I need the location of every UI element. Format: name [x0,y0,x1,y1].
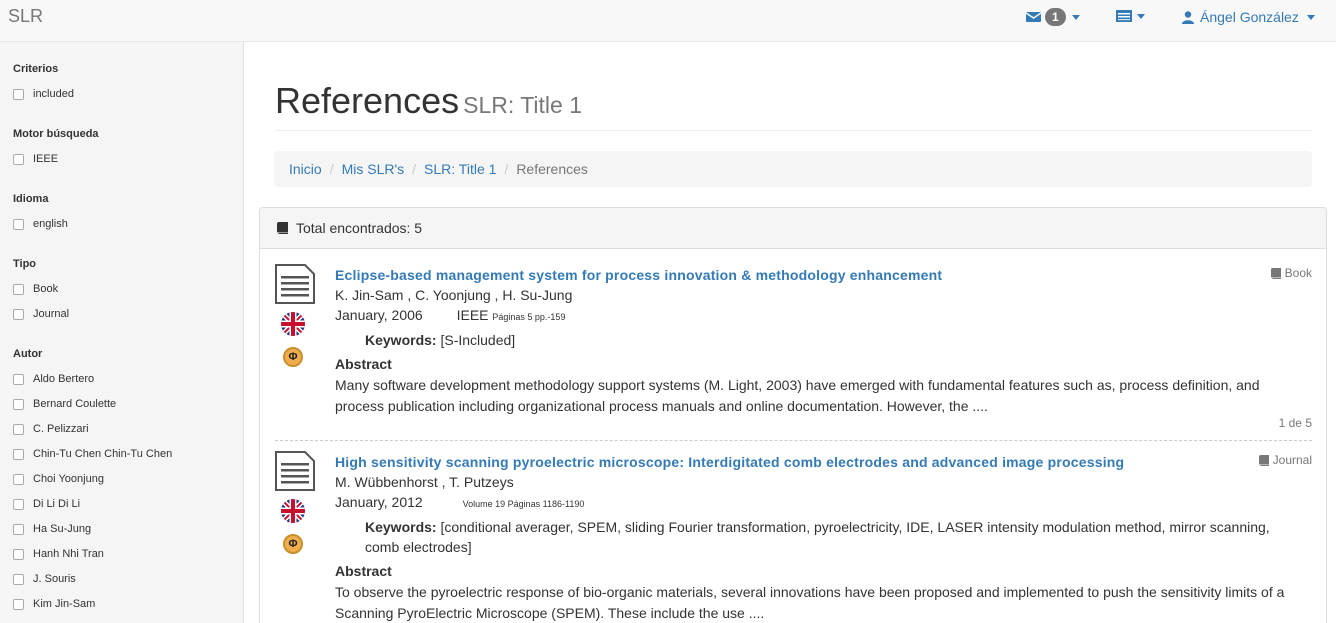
facet-title-idioma: Idioma [13,193,49,205]
checkbox[interactable] [13,373,24,385]
reference-abstract: Many software development methodology su… [335,377,1260,414]
checkbox[interactable] [13,423,24,435]
checkbox[interactable] [13,473,24,485]
book-icon [1270,267,1281,279]
list-dropdown[interactable] [1116,10,1145,22]
facet-option[interactable]: Chin-Tu Chen Chin-Tu Chen [13,448,172,460]
reference-title[interactable]: Eclipse-based management system for proc… [335,267,942,283]
reference-index: 1 de 5 [1278,416,1312,430]
checkbox[interactable] [13,153,24,165]
brand[interactable]: SLR [8,6,43,27]
breadcrumb: Inicio / Mis SLR's / SLR: Title 1 / Refe… [274,151,1312,187]
database-badge-icon: Φ [283,534,303,554]
facet-option[interactable]: Journal [13,308,69,320]
facet-option[interactable]: J. Souris [13,573,76,585]
reference-meta: January, 2012 Volume 19 Páginas 1186-119… [335,494,585,510]
reference-title[interactable]: High sensitivity scanning pyroelectric m… [335,454,1124,470]
facet-option[interactable]: included [13,88,74,100]
facet-option[interactable]: Di Li Di Li [13,498,80,510]
list-icon [1116,10,1132,22]
uk-flag-icon [281,312,305,336]
breadcrumb-slr[interactable]: SLR: Title 1 [424,161,496,177]
envelope-icon [1026,12,1041,22]
facet-option[interactable]: Bernard Coulette [13,398,116,410]
database-badge-icon: Φ [283,347,303,367]
checkbox[interactable] [13,308,24,320]
checkbox[interactable] [13,448,24,460]
reference-item: Φ High sensitivity scanning pyroelectric… [275,451,1312,623]
caret-down-icon [1137,13,1145,19]
page-title: References SLR: Title 1 [275,80,582,121]
facet-option[interactable]: Book [13,283,58,295]
messages-dropdown[interactable]: 1 [1026,8,1080,26]
panel-heading: Total encontrados: 5 [260,208,1326,249]
book-icon [277,222,288,234]
facet-option[interactable]: Ha Su-Jung [13,523,91,535]
document-icon [275,264,315,304]
top-navbar: SLR 1 Ángel González [0,0,1336,42]
checkbox[interactable] [13,218,24,230]
caret-down-icon [1071,14,1080,20]
message-count-badge: 1 [1045,8,1066,26]
divider [275,440,1312,441]
user-dropdown[interactable]: Ángel González [1182,9,1315,25]
book-icon [1258,454,1269,466]
reference-item: Φ Eclipse-based management system for pr… [275,264,1312,434]
user-icon [1182,10,1194,24]
total-found: Total encontrados: 5 [296,220,423,236]
checkbox[interactable] [13,398,24,410]
checkbox[interactable] [13,573,24,585]
checkbox[interactable] [13,498,24,510]
facet-option[interactable]: IEEE [13,153,58,165]
checkbox[interactable] [13,283,24,295]
page-subtitle: SLR: Title 1 [463,92,582,118]
uk-flag-icon [281,499,305,523]
facet-option[interactable]: C. Pelizzari [13,423,89,435]
facet-title-criterios: Criterios [13,63,59,75]
checkbox[interactable] [13,523,24,535]
abstract-heading: Abstract [335,356,392,372]
filter-sidebar: Criterios included Motor búsqueda IEEE I… [0,42,244,623]
facet-title-tipo: Tipo [13,258,37,270]
reference-authors: M. Wübbenhorst , T. Putzeys [335,474,514,490]
breadcrumb-my-slrs[interactable]: Mis SLR's [342,161,405,177]
user-name: Ángel González [1200,9,1299,25]
facet-option[interactable]: Kim Jin-Sam [13,598,95,610]
document-icon [275,451,315,491]
reference-type: Book [1270,266,1312,280]
checkbox[interactable] [13,88,24,100]
reference-keywords: Keywords: [S-Included] [365,332,516,348]
facet-option[interactable]: Choi Yoonjung [13,473,104,485]
facet-title-autor: Autor [13,348,43,360]
results-panel: Total encontrados: 5 Φ Eclipse-based man… [259,207,1327,623]
facet-option[interactable]: Hanh Nhi Tran [13,548,104,560]
facet-option[interactable]: Aldo Bertero [13,373,94,385]
checkbox[interactable] [13,548,24,560]
facet-option[interactable]: english [13,218,68,230]
reference-meta: January, 2006 IEEE Páginas 5 pp.-159 [335,307,566,323]
reference-authors: K. Jin-Sam , C. Yoonjung , H. Su-Jung [335,287,573,303]
checkbox[interactable] [13,598,24,610]
breadcrumb-current: References [516,161,588,177]
facet-title-motor: Motor búsqueda [13,128,99,140]
abstract-heading: Abstract [335,563,392,579]
reference-abstract: To observe the pyroelectric response of … [335,584,1285,621]
reference-keywords: Keywords: [conditional averager, SPEM, s… [365,519,1270,555]
page-header: References SLR: Title 1 [275,80,1312,131]
breadcrumb-home[interactable]: Inicio [289,161,322,177]
reference-type: Journal [1258,453,1312,467]
caret-down-icon [1306,14,1315,20]
